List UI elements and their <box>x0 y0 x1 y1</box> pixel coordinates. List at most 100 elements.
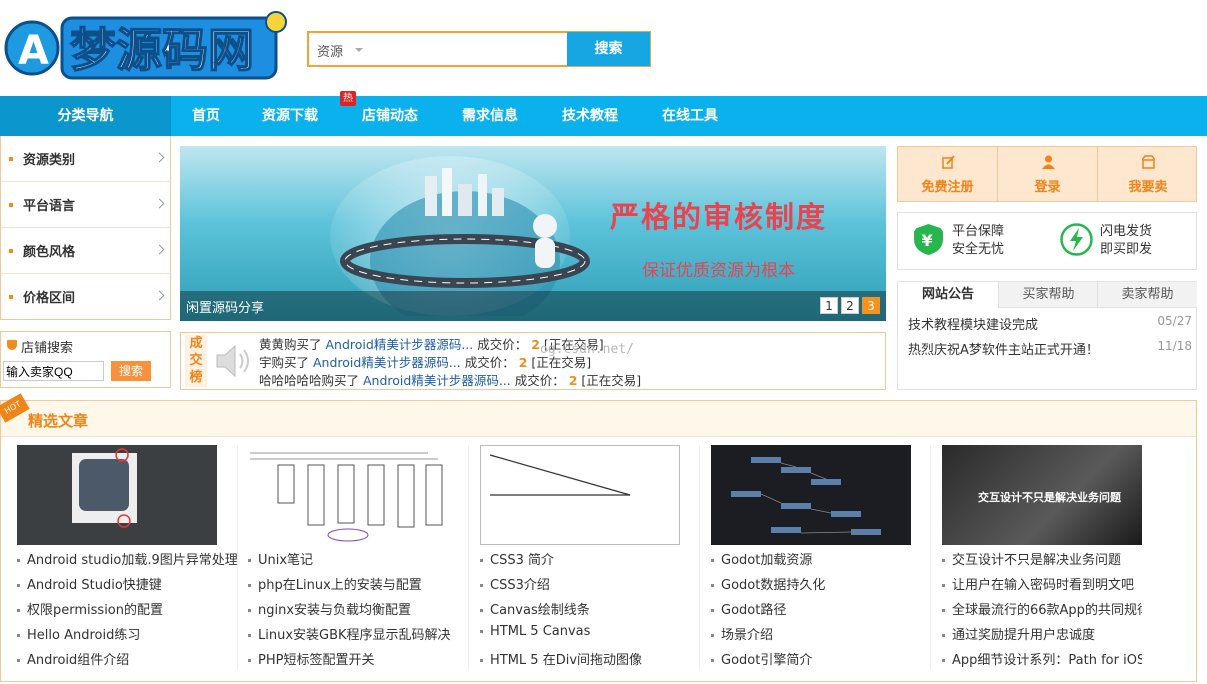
article-link[interactable]: HTML 5 在Div间拖动图像 <box>480 649 700 668</box>
article-title: Android Studio快捷键 <box>27 578 162 593</box>
search-scope-select[interactable]: 资源 <box>317 41 343 60</box>
article-title: App细节设计系列：Path for iOS <box>952 653 1142 668</box>
banner-title: 严格的审核制度 <box>610 200 828 234</box>
bullet-icon <box>17 634 20 637</box>
article-link[interactable]: Linux安装GBK程序显示乱码解决 <box>248 624 468 643</box>
tab-seller-help[interactable]: 卖家帮助 <box>1097 282 1197 308</box>
article-title: php在Linux上的安装与配置 <box>258 578 422 593</box>
thumbnail-unix-notes[interactable] <box>248 445 448 545</box>
bullet-icon <box>248 609 251 612</box>
article-link[interactable]: Godot数据持久化 <box>711 574 931 593</box>
bullet-icon <box>711 659 714 662</box>
guarantee-line2: 安全无忧 <box>952 242 1005 257</box>
column-divider <box>468 445 469 670</box>
article-title: 通过奖励提升用户忠诚度 <box>952 628 1096 643</box>
search-bar: 资源 <box>307 31 568 67</box>
hot-corner-badge: HOT <box>0 393 30 423</box>
article-title: Android studio加载.9图片异常处理 <box>27 553 237 568</box>
article-link[interactable]: Unix笔记 <box>248 549 468 568</box>
search-button[interactable]: 搜索 <box>567 31 651 67</box>
article-link[interactable]: App细节设计系列：Path for iOS <box>942 649 1142 668</box>
login-button[interactable]: 登录 <box>998 147 1098 201</box>
bullet-icon <box>942 584 945 587</box>
shop-search-button[interactable]: 搜索 <box>111 361 151 381</box>
thumbnail-godot[interactable] <box>711 445 911 545</box>
chevron-down-icon[interactable] <box>355 48 363 52</box>
featured-header: HOT 精选文章 <box>0 393 1196 437</box>
article-link[interactable]: Android Studio快捷键 <box>17 574 237 593</box>
notice-row[interactable]: 技术教程模块建设完成 05/27 <box>908 314 1192 333</box>
notice-row[interactable]: 热烈庆祝A梦软件主站正式开通！ 11/18 <box>908 339 1192 358</box>
main-nav: 分类导航 首页 资源下载 店铺动态 需求信息 技术教程 在线工具 <box>0 96 1207 136</box>
nav-home[interactable]: 首页 <box>192 96 220 136</box>
carousel-page-1[interactable]: 1 <box>820 297 838 314</box>
deal-price: 2 <box>531 337 540 352</box>
article-link[interactable]: 让用户在输入密码时看到明文吧 <box>942 574 1142 593</box>
article-link[interactable]: php在Linux上的安装与配置 <box>248 574 468 593</box>
article-link[interactable]: 权限permission的配置 <box>17 599 237 618</box>
sidebar-item-color-style[interactable]: 颜色风格 <box>1 228 171 274</box>
deal-item-link[interactable]: Android精美计步器源码... <box>326 337 474 352</box>
sidebar-item-language[interactable]: 平台语言 <box>1 182 171 228</box>
article-link[interactable]: Android studio加载.9图片异常处理 <box>17 549 237 568</box>
banner-carousel[interactable]: 严格的审核制度 保证优质资源为根本 闲置源码分享 1 2 3 <box>180 146 886 321</box>
category-nav-label[interactable]: 分类导航 <box>0 96 171 136</box>
article-title: Godot数据持久化 <box>721 578 826 593</box>
article-link[interactable]: 全球最流行的66款App的共同规律 <box>942 599 1142 618</box>
sell-button[interactable]: 我要卖 <box>1098 147 1198 201</box>
nav-shop-news[interactable]: 店铺动态 <box>362 96 418 136</box>
article-link[interactable]: CSS3 简介 <box>480 549 700 568</box>
svg-text:A: A <box>18 28 49 74</box>
sidebar-item-resource-type[interactable]: 资源类别 <box>1 136 171 182</box>
thumbnail-interaction-design[interactable]: 交互设计不只是解决业务问题 <box>942 445 1142 545</box>
article-link[interactable]: Godot引擎简介 <box>711 649 931 668</box>
nav-tools[interactable]: 在线工具 <box>662 96 718 136</box>
article-title: CSS3介绍 <box>490 578 550 593</box>
nav-tutorials[interactable]: 技术教程 <box>562 96 618 136</box>
delivery-line2: 即买即发 <box>1100 242 1153 257</box>
nav-requests[interactable]: 需求信息 <box>462 96 518 136</box>
watermark-text: og.csdn.net/ <box>540 342 634 357</box>
site-logo[interactable]: A 梦源码网 <box>4 8 294 80</box>
register-button[interactable]: 免费注册 <box>898 147 998 201</box>
article-link[interactable]: Godot路径 <box>711 599 931 618</box>
bullet-icon <box>9 295 13 299</box>
article-column: 交互设计不只是解决业务问题 交互设计不只是解决业务问题 让用户在输入密码时看到明… <box>942 445 1166 675</box>
article-link[interactable]: Android组件介绍 <box>17 649 237 668</box>
article-link[interactable]: Canvas绘制线条 <box>480 599 700 618</box>
sidebar-item-label: 价格区间 <box>23 291 76 306</box>
article-title: HTML 5 在Div间拖动图像 <box>490 653 643 668</box>
thumbnail-caption: 交互设计不只是解决业务问题 <box>978 491 1121 504</box>
bullet-icon <box>711 584 714 587</box>
seller-qq-input[interactable] <box>3 361 104 381</box>
article-link[interactable]: PHP短标签配置开关 <box>248 649 468 668</box>
article-link[interactable]: 通过奖励提升用户忠诚度 <box>942 624 1142 643</box>
bullet-icon <box>942 559 945 562</box>
sidebar-item-price-range[interactable]: 价格区间 <box>1 274 171 320</box>
carousel-page-3[interactable]: 3 <box>862 297 880 314</box>
banner-caption-bar <box>180 291 886 321</box>
speaker-icon <box>216 344 249 378</box>
deal-item-link[interactable]: Android精美计步器源码... <box>313 355 461 370</box>
article-link[interactable]: CSS3介绍 <box>480 574 700 593</box>
category-sidebar: 资源类别 平台语言 颜色风格 价格区间 <box>0 136 171 320</box>
thumbnail-css3[interactable] <box>480 445 680 545</box>
chevron-right-icon <box>154 198 165 209</box>
article-link[interactable]: Godot加载资源 <box>711 549 931 568</box>
bullet-icon <box>942 634 945 637</box>
article-link[interactable]: 交互设计不只是解决业务问题 <box>942 549 1142 568</box>
search-input[interactable] <box>371 37 561 61</box>
deal-item-link[interactable]: Android精美计步器源码... <box>363 373 511 388</box>
article-title: 权限permission的配置 <box>27 603 163 618</box>
article-link[interactable]: Hello Android练习 <box>17 624 237 643</box>
article-link[interactable]: 场景介绍 <box>711 624 931 643</box>
bullet-icon <box>9 157 13 161</box>
thumbnail-android-studio[interactable] <box>17 445 217 545</box>
article-link[interactable]: nginx安装与负载均衡配置 <box>248 599 468 618</box>
nav-downloads[interactable]: 资源下载 <box>262 96 318 136</box>
article-link[interactable]: HTML 5 Canvas <box>480 624 700 639</box>
guarantee-panel: ¥ 平台保障 安全无忧 闪电发货 即买即发 <box>897 212 1197 270</box>
tab-buyer-help[interactable]: 买家帮助 <box>998 282 1098 308</box>
tab-site-notice[interactable]: 网站公告 <box>898 282 998 308</box>
carousel-page-2[interactable]: 2 <box>841 297 859 314</box>
